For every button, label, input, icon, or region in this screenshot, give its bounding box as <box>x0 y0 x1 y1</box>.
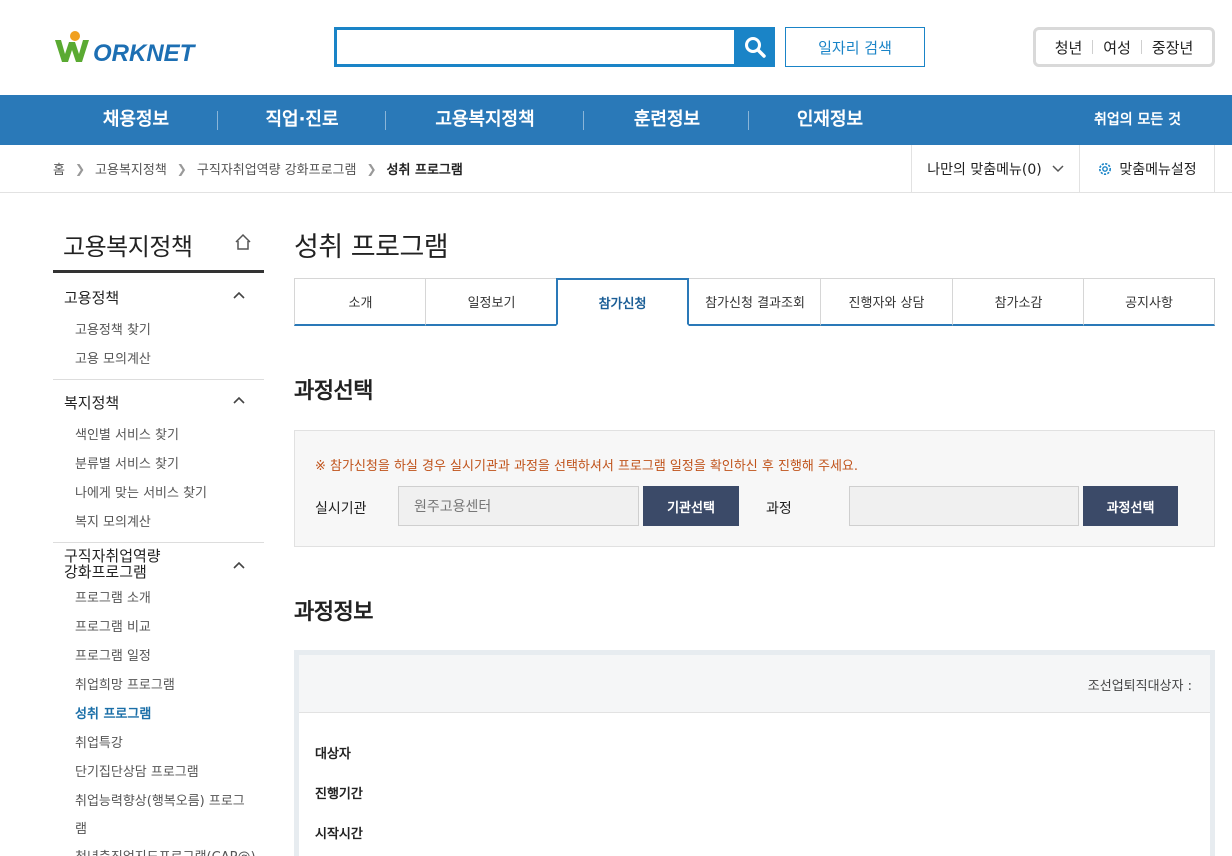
info-row-start-time: 시작시간 <box>315 827 363 842</box>
chevron-right-icon: ❯ <box>74 161 86 176</box>
my-menu-label: 나만의 맞춤메뉴(0) <box>927 161 1042 178</box>
menu-settings-label: 맞춤메뉴설정 <box>1119 161 1197 178</box>
sidebar-group-head-line2: 강화프로그램 <box>64 563 147 581</box>
tab-apply[interactable]: 참가신청 <box>556 278 689 326</box>
select-org-button[interactable]: 기관선택 <box>643 486 739 526</box>
sidebar-item-index-services[interactable]: 색인별 서비스 찾기 <box>75 424 179 443</box>
sidebar-item-happy-ascent-wrap[interactable]: 램 <box>75 818 87 837</box>
sidebar-item-group-counseling[interactable]: 단기집단상담 프로그램 <box>75 761 199 780</box>
org-field[interactable]: 원주고용센터 <box>398 486 639 526</box>
nav-item-training[interactable]: 훈련정보 <box>617 95 717 145</box>
sidebar-item-happy-ascent[interactable]: 취업능력향상(행복오름) 프로그 <box>75 790 245 809</box>
nav-item-welfare-policy[interactable]: 고용복지정책 <box>420 95 550 145</box>
tab-intro[interactable]: 소개 <box>294 278 426 326</box>
audience-women[interactable]: 여성 <box>1093 37 1141 58</box>
sidebar-item-welfare-simulation[interactable]: 복지 모의계산 <box>75 511 151 530</box>
search-icon <box>744 37 766 58</box>
sidebar-item-hope-program[interactable]: 취업희망 프로그램 <box>75 674 175 693</box>
course-field[interactable] <box>849 486 1079 526</box>
chevron-right-icon: ❯ <box>366 161 377 176</box>
sidebar-group-head[interactable]: 구직자취업역량 강화프로그램 <box>64 548 161 580</box>
sidebar-item-custom-services[interactable]: 나에게 맞는 서비스 찾기 <box>75 482 207 501</box>
chevron-up-icon[interactable] <box>232 560 246 570</box>
select-course-button[interactable]: 과정선택 <box>1083 486 1178 526</box>
tab-reviews[interactable]: 참가소감 <box>952 278 1084 326</box>
svg-text:ORKNET: ORKNET <box>93 40 197 66</box>
search-button[interactable] <box>734 27 775 67</box>
sidebar-item-job-lecture[interactable]: 취업특강 <box>75 732 123 751</box>
section-title-course-select: 과정선택 <box>294 379 373 404</box>
sidebar-title-text: 고용복지정책 <box>63 233 193 261</box>
info-row-target: 대상자 <box>315 747 351 762</box>
notice-text: ※ 참가신청을 하실 경우 실시기관과 과정을 선택하셔서 프로그램 일정을 확… <box>315 459 859 474</box>
gear-icon <box>1099 162 1112 175</box>
sidebar-item-program-intro[interactable]: 프로그램 소개 <box>75 587 151 606</box>
divider <box>217 111 218 130</box>
section-title-course-info: 과정정보 <box>294 600 373 625</box>
info-row-period: 진행기간 <box>315 787 363 802</box>
job-search-button[interactable]: 일자리 검색 <box>785 27 925 67</box>
chevron-right-icon: ❯ <box>176 161 187 176</box>
audience-selector: 청년 여성 중장년 <box>1033 27 1215 67</box>
tab-bar: 소개 일정보기 참가신청 참가신청 결과조회 진행자와 상담 참가소감 공지사항 <box>294 278 1215 326</box>
breadcrumb-current: 성취 프로그램 <box>386 163 463 178</box>
breadcrumb-home[interactable]: 홈 <box>53 159 65 178</box>
course-label: 과정 <box>766 501 792 517</box>
worknet-logo[interactable]: ORKNET <box>53 30 208 66</box>
search-box <box>334 27 775 67</box>
sidebar: 고용복지정책 고용정책 고용정책 찾기 고용 모의계산 복지정책 색인별 서비스… <box>53 193 264 856</box>
nav-item-all-about-jobs[interactable]: 취업의 모든 것 <box>1094 95 1181 145</box>
divider <box>583 111 584 130</box>
breadcrumb-bar: 홈 ❯ 고용복지정책 ❯ 구직자취업역량 강화프로그램 ❯ 성취 프로그램 나만… <box>0 145 1232 193</box>
sidebar-item-employment-policy-search[interactable]: 고용정책 찾기 <box>75 319 151 338</box>
search-input[interactable] <box>337 30 735 64</box>
audience-middle-aged[interactable]: 중장년 <box>1142 37 1203 58</box>
sidebar-item-cap-program[interactable]: 청년층직업지도프로그램(CAP@) <box>75 846 256 856</box>
main-navigation: 채용정보 직업·진로 고용복지정책 훈련정보 인재정보 취업의 모든 것 <box>0 95 1232 145</box>
course-info-panel: 조선업퇴직대상자 : 대상자 진행기간 시작시간 <box>294 650 1215 856</box>
divider <box>748 111 749 130</box>
course-select-panel: ※ 참가신청을 하실 경우 실시기관과 과정을 선택하셔서 프로그램 일정을 확… <box>294 430 1215 547</box>
org-label: 실시기관 <box>315 501 367 517</box>
course-info-header: 조선업퇴직대상자 : <box>299 655 1210 713</box>
breadcrumb: 홈 ❯ 고용복지정책 ❯ 구직자취업역량 강화프로그램 ❯ 성취 프로그램 <box>53 145 463 192</box>
audience-youth[interactable]: 청년 <box>1045 37 1093 58</box>
sidebar-item-program-compare[interactable]: 프로그램 비교 <box>75 616 151 635</box>
nav-item-job-info[interactable]: 채용정보 <box>86 95 186 145</box>
chevron-up-icon[interactable] <box>232 395 246 405</box>
home-icon[interactable] <box>234 233 252 255</box>
nav-item-career[interactable]: 직업·진로 <box>250 95 354 145</box>
chevron-up-icon[interactable] <box>232 290 246 300</box>
tab-apply-result[interactable]: 참가신청 결과조회 <box>689 278 821 326</box>
sidebar-item-program-schedule[interactable]: 프로그램 일정 <box>75 645 151 664</box>
tab-schedule[interactable]: 일정보기 <box>425 278 557 326</box>
sidebar-group-head[interactable]: 복지정책 <box>64 392 119 413</box>
sidebar-item-category-services[interactable]: 분류별 서비스 찾기 <box>75 453 179 472</box>
course-info-caption: 조선업퇴직대상자 : <box>1087 679 1192 694</box>
my-menu-dropdown[interactable]: 나만의 맞춤메뉴(0) <box>911 145 1079 192</box>
nav-item-talent[interactable]: 인재정보 <box>780 95 880 145</box>
divider <box>385 111 386 130</box>
chevron-down-icon <box>1052 164 1064 172</box>
menu-settings-button[interactable]: 맞춤메뉴설정 <box>1079 145 1215 192</box>
breadcrumb-welfare-policy[interactable]: 고용복지정책 <box>95 159 167 178</box>
sidebar-item-achievement-program[interactable]: 성취 프로그램 <box>75 703 151 722</box>
tab-counseling[interactable]: 진행자와 상담 <box>820 278 952 326</box>
site-header: ORKNET 일자리 검색 청년 여성 중장년 <box>0 0 1232 95</box>
page-title: 성취 프로그램 <box>294 232 449 263</box>
breadcrumb-program[interactable]: 구직자취업역량 강화프로그램 <box>197 159 357 178</box>
sidebar-title: 고용복지정책 <box>53 223 264 273</box>
sidebar-item-employment-simulation[interactable]: 고용 모의계산 <box>75 348 151 367</box>
tab-notices[interactable]: 공지사항 <box>1083 278 1215 326</box>
sidebar-group-head[interactable]: 고용정책 <box>64 287 119 308</box>
